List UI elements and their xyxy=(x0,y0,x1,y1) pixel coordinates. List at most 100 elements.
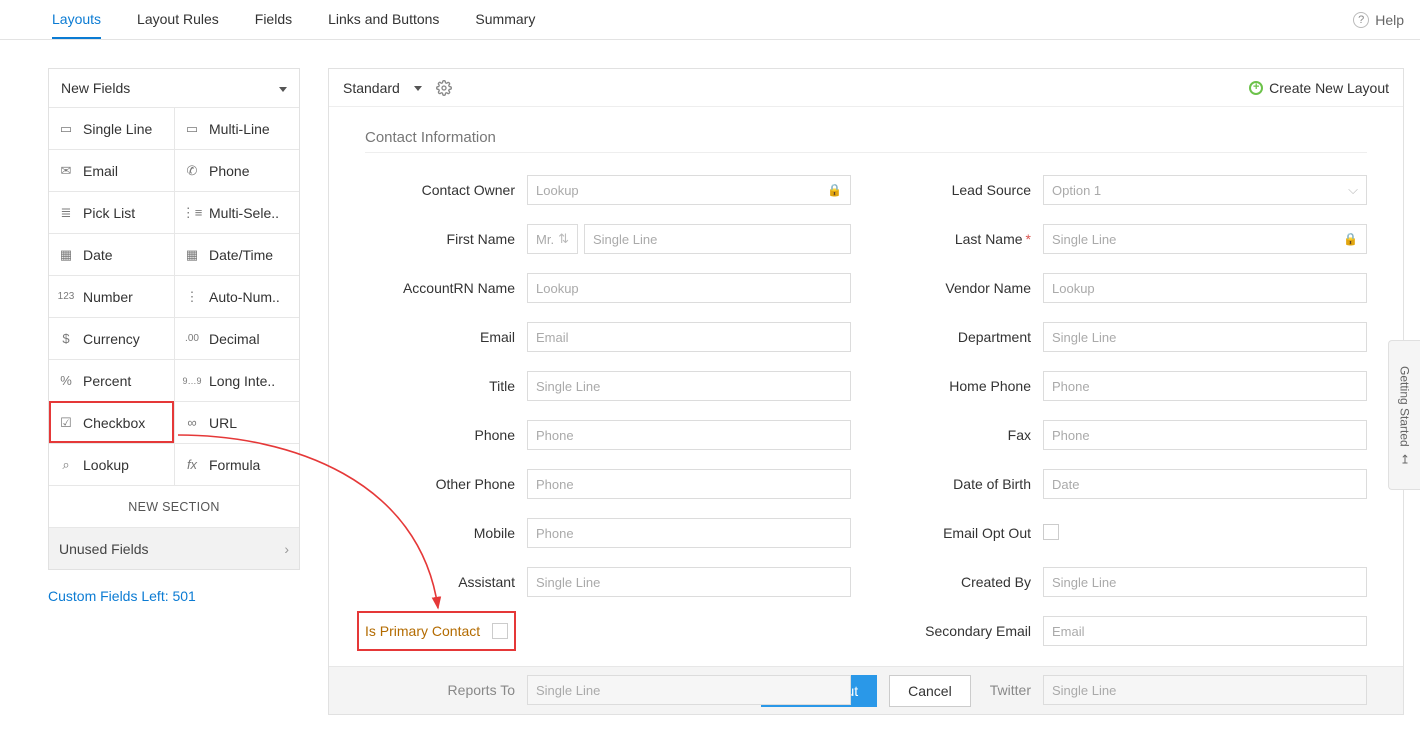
field-reports-to[interactable]: Reports To Single Line xyxy=(365,675,851,705)
auto-number-icon: ⋮ xyxy=(183,289,201,305)
input-phone[interactable]: Phone xyxy=(527,420,851,450)
gear-icon[interactable] xyxy=(436,80,452,96)
field-contact-owner[interactable]: Contact Owner Lookup🔒 xyxy=(365,175,851,205)
field-assistant[interactable]: Assistant Single Line xyxy=(365,567,851,597)
tab-fields[interactable]: Fields xyxy=(255,1,292,39)
unused-fields-toggle[interactable]: Unused Fields › xyxy=(49,527,299,569)
checkbox-is-primary[interactable] xyxy=(492,623,508,639)
field-type-checkbox[interactable]: ☑Checkbox xyxy=(49,401,174,443)
field-mobile[interactable]: Mobile Phone xyxy=(365,518,851,548)
input-dob[interactable]: Date xyxy=(1043,469,1367,499)
input-last-name[interactable]: Single Line🔒 xyxy=(1043,224,1367,254)
label-twitter: Twitter xyxy=(881,682,1031,698)
unused-fields-label: Unused Fields xyxy=(59,528,149,570)
field-type-multi-line[interactable]: ▭Multi-Line xyxy=(174,107,299,149)
input-vendor-name[interactable]: Lookup xyxy=(1043,273,1367,303)
field-title[interactable]: Title Single Line xyxy=(365,371,851,401)
help-link[interactable]: ? Help xyxy=(1353,12,1404,28)
field-email-opt[interactable]: Email Opt Out xyxy=(881,518,1367,548)
field-first-name[interactable]: First Name Mr.⇅ Single Line xyxy=(365,224,851,254)
field-department[interactable]: Department Single Line xyxy=(881,322,1367,352)
field-lead-source[interactable]: Lead Source Option 1⌵ xyxy=(881,175,1367,205)
field-last-name[interactable]: Last Name* Single Line🔒 xyxy=(881,224,1367,254)
phone-icon: ✆ xyxy=(183,163,201,179)
email-icon: ✉ xyxy=(57,163,75,179)
input-assistant[interactable]: Single Line xyxy=(527,567,851,597)
label-last-name: Last Name* xyxy=(881,231,1031,247)
input-home-phone[interactable]: Phone xyxy=(1043,371,1367,401)
required-star-icon: * xyxy=(1026,231,1031,247)
getting-started-tab[interactable]: Getting Started ↦ xyxy=(1388,340,1420,490)
label-mobile: Mobile xyxy=(365,525,515,541)
field-type-number[interactable]: 123Number xyxy=(49,275,174,317)
field-type-multi-select[interactable]: ⋮≡Multi-Sele.. xyxy=(174,191,299,233)
number-icon: 123 xyxy=(57,291,75,302)
input-twitter[interactable]: Single Line xyxy=(1043,675,1367,705)
field-type-auto-number[interactable]: ⋮Auto-Num.. xyxy=(174,275,299,317)
input-first-name[interactable]: Single Line xyxy=(584,224,851,254)
field-type-long-integer[interactable]: 9…9Long Inte.. xyxy=(174,359,299,401)
input-fax[interactable]: Phone xyxy=(1043,420,1367,450)
field-type-url[interactable]: ∞URL xyxy=(174,401,299,443)
label-other-phone: Other Phone xyxy=(365,476,515,492)
field-secondary-email[interactable]: Secondary Email Email xyxy=(881,616,1367,646)
field-type-decimal[interactable]: .00Decimal xyxy=(174,317,299,359)
layout-selector[interactable]: Standard xyxy=(343,80,422,96)
pick-list-icon: ≣ xyxy=(57,205,75,221)
tab-summary[interactable]: Summary xyxy=(475,1,535,39)
input-account-name[interactable]: Lookup xyxy=(527,273,851,303)
input-salutation[interactable]: Mr.⇅ xyxy=(527,224,578,254)
field-other-phone[interactable]: Other Phone Phone xyxy=(365,469,851,499)
custom-fields-left[interactable]: Custom Fields Left: 501 xyxy=(48,588,300,604)
label-dob: Date of Birth xyxy=(881,476,1031,492)
label-lead-source: Lead Source xyxy=(881,182,1031,198)
checkbox-email-opt[interactable] xyxy=(1043,524,1059,540)
field-home-phone[interactable]: Home Phone Phone xyxy=(881,371,1367,401)
field-twitter[interactable]: Twitter Single Line xyxy=(881,675,1367,705)
currency-icon: $ xyxy=(57,331,75,346)
input-mobile[interactable]: Phone xyxy=(527,518,851,548)
input-secondary-email[interactable]: Email xyxy=(1043,616,1367,646)
new-fields-dropdown[interactable]: New Fields xyxy=(49,69,299,107)
field-is-primary-contact[interactable]: Is Primary Contact xyxy=(359,613,514,649)
field-type-date[interactable]: ▦Date xyxy=(49,233,174,275)
field-phone[interactable]: Phone Phone xyxy=(365,420,851,450)
field-account-name[interactable]: AccountRN Name Lookup xyxy=(365,273,851,303)
help-label: Help xyxy=(1375,12,1404,28)
field-type-single-line[interactable]: ▭Single Line xyxy=(49,107,174,149)
formula-icon: fx xyxy=(183,457,201,472)
tab-layouts[interactable]: Layouts xyxy=(52,1,101,39)
field-dob[interactable]: Date of Birth Date xyxy=(881,469,1367,499)
date-icon: ▦ xyxy=(57,247,75,263)
field-type-lookup[interactable]: ⌕Lookup xyxy=(49,443,174,485)
field-type-formula[interactable]: fxFormula xyxy=(174,443,299,485)
tab-links-buttons[interactable]: Links and Buttons xyxy=(328,1,439,39)
field-type-percent[interactable]: %Percent xyxy=(49,359,174,401)
label-assistant: Assistant xyxy=(365,574,515,590)
input-contact-owner[interactable]: Lookup🔒 xyxy=(527,175,851,205)
input-lead-source[interactable]: Option 1⌵ xyxy=(1043,175,1367,205)
field-type-email[interactable]: ✉Email xyxy=(49,149,174,191)
input-created-by[interactable]: Single Line xyxy=(1043,567,1367,597)
field-type-phone[interactable]: ✆Phone xyxy=(174,149,299,191)
create-new-layout[interactable]: + Create New Layout xyxy=(1249,80,1389,96)
input-email[interactable]: Email xyxy=(527,322,851,352)
field-type-currency[interactable]: $Currency xyxy=(49,317,174,359)
label-is-primary: Is Primary Contact xyxy=(365,623,480,639)
input-other-phone[interactable]: Phone xyxy=(527,469,851,499)
label-reports-to: Reports To xyxy=(365,682,515,698)
tab-layout-rules[interactable]: Layout Rules xyxy=(137,1,219,39)
field-email[interactable]: Email Email xyxy=(365,322,851,352)
input-department[interactable]: Single Line xyxy=(1043,322,1367,352)
collapse-arrow-icon: ↦ xyxy=(1398,454,1412,464)
field-created-by[interactable]: Created By Single Line xyxy=(881,567,1367,597)
field-vendor-name[interactable]: Vendor Name Lookup xyxy=(881,273,1367,303)
checkbox-icon: ☑ xyxy=(57,415,75,431)
lock-icon: 🔒 xyxy=(827,183,842,197)
input-title[interactable]: Single Line xyxy=(527,371,851,401)
field-type-date-time[interactable]: ▦Date/Time xyxy=(174,233,299,275)
field-type-pick-list[interactable]: ≣Pick List xyxy=(49,191,174,233)
input-reports-to[interactable]: Single Line xyxy=(527,675,851,705)
new-section-drag[interactable]: NEW SECTION xyxy=(49,485,299,527)
field-fax[interactable]: Fax Phone xyxy=(881,420,1367,450)
